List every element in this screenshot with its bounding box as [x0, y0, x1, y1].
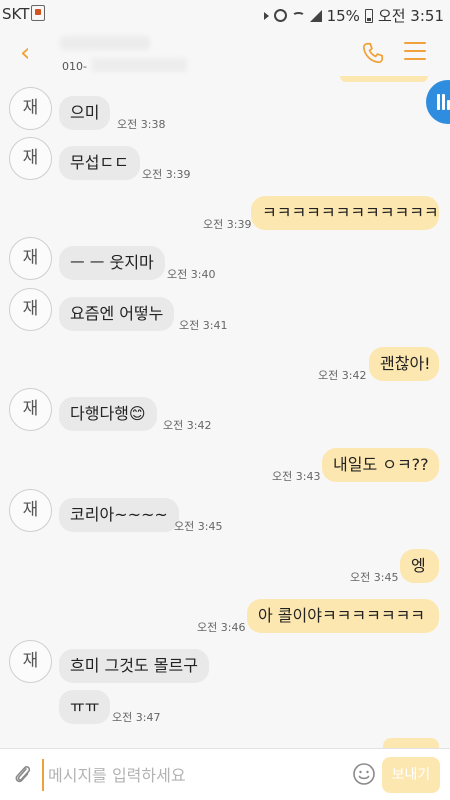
- contact-avatar[interactable]: 재: [9, 87, 52, 130]
- status-bar: SKT 15% 오전 3:51: [0, 0, 450, 30]
- contact-avatar[interactable]: 재: [9, 640, 52, 683]
- message-time: 오전 3:42: [163, 419, 212, 432]
- floating-side-button[interactable]: [426, 80, 450, 124]
- alarm-icon: [273, 9, 287, 22]
- chat-header: ‹ 010-: [0, 30, 450, 80]
- contact-avatar[interactable]: 재: [9, 137, 52, 180]
- message-bubble-incoming: 무섭ㄷㄷ: [59, 146, 140, 180]
- contact-name-redacted: [60, 36, 150, 50]
- status-right: 15% 오전 3:51: [263, 5, 444, 26]
- message-bubble-incoming: 흐미 그것도 몰르구: [59, 649, 209, 683]
- signal-icon: [309, 9, 322, 22]
- contact-phone-redacted: [92, 58, 187, 72]
- message-time: 오전 3:43: [272, 470, 321, 483]
- emoji-icon[interactable]: [352, 762, 376, 786]
- clock: 오전 3:51: [377, 7, 444, 25]
- message-time: 오전 3:45: [350, 571, 399, 584]
- message-time: 오전 3:39: [142, 168, 191, 181]
- message-bubble-incoming: 요즘엔 어떻누: [59, 297, 175, 331]
- message-time: 오전 3:47: [112, 711, 161, 724]
- message-time: 오전 3:46: [197, 621, 246, 634]
- menu-icon[interactable]: [404, 42, 426, 62]
- message-time: 오전 3:41: [179, 319, 228, 332]
- mute-icon: [263, 11, 269, 20]
- message-bubble-incoming: ㅡ ㅡ 웃지마: [59, 246, 165, 280]
- notification-icon: [31, 5, 45, 21]
- message-bubble-outgoing: 아 콜이야ㅋㅋㅋㅋㅋㅋㅋ: [247, 599, 439, 633]
- previous-message-edge: [340, 76, 428, 82]
- message-time: 오전 3:39: [203, 218, 252, 231]
- message-input[interactable]: [42, 759, 342, 791]
- message-bubble-incoming: 으미: [59, 96, 111, 130]
- message-bubble-incoming: 다행다행😊: [59, 397, 157, 431]
- message-input-bar: 보내기: [0, 748, 450, 800]
- contact-avatar[interactable]: 재: [9, 388, 52, 431]
- carrier-label: SKT: [2, 5, 30, 23]
- message-bubble-outgoing: 내일도 ㅇㅋ??: [322, 448, 439, 482]
- message-bubble-outgoing: 괜찮아!: [369, 347, 439, 381]
- message-bubble-incoming: 코리아~~~~: [59, 498, 179, 532]
- back-arrow-icon[interactable]: ‹: [20, 38, 30, 68]
- message-time: 오전 3:38: [117, 118, 166, 131]
- send-button[interactable]: 보내기: [382, 757, 440, 793]
- attach-clip-icon[interactable]: [13, 763, 33, 787]
- contact-avatar[interactable]: 재: [9, 288, 52, 331]
- contact-avatar[interactable]: 재: [9, 489, 52, 532]
- message-bubble-outgoing: 엥: [400, 549, 439, 583]
- message-time: 오전 3:42: [318, 369, 367, 382]
- contact-phone: 010-: [62, 60, 87, 73]
- wifi-icon: [291, 11, 305, 20]
- phone-icon[interactable]: [360, 40, 386, 66]
- contact-avatar[interactable]: 재: [9, 237, 52, 280]
- message-time: 오전 3:45: [174, 520, 223, 533]
- message-bubble-outgoing: ㅋㅋㅋㅋㅋㅋㅋㅋㅋㅋㅋㅋ: [251, 196, 439, 230]
- message-time: 오전 3:40: [167, 268, 216, 281]
- battery-percent: 15%: [326, 6, 360, 25]
- battery-icon: [364, 8, 373, 23]
- message-bubble-incoming: ㅠㅠ: [59, 690, 111, 724]
